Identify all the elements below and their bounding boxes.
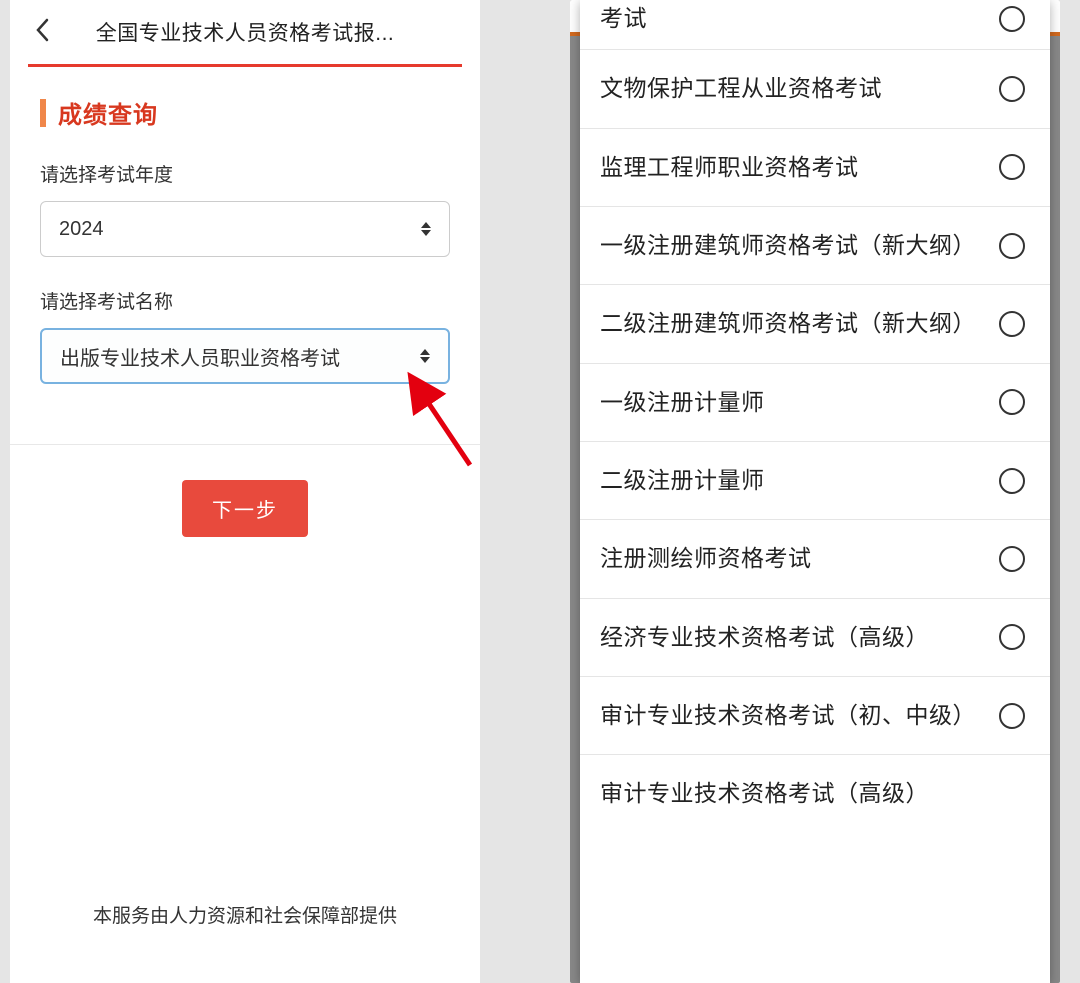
header-bar: 全国专业技术人员资格考试报... — [10, 0, 480, 64]
radio-icon — [999, 468, 1025, 494]
exam-option-label: 注册测绘师资格考试 — [600, 542, 979, 575]
exam-option[interactable]: 经济专业技术资格考试（高级） — [580, 599, 1050, 677]
radio-icon — [999, 389, 1025, 415]
exam-label: 请选择考试名称 — [40, 287, 450, 314]
exam-option[interactable]: 一级注册计量师 — [580, 364, 1050, 442]
exam-option[interactable]: 考试 — [580, 0, 1050, 50]
exam-option-label: 二级注册建筑师资格考试（新大纲） — [600, 307, 979, 340]
exam-option-label: 二级注册计量师 — [600, 464, 979, 497]
radio-icon — [999, 703, 1025, 729]
radio-icon — [999, 311, 1025, 337]
right-phone-screen: 考试 文物保护工程从业资格考试 监理工程师职业资格考试 一级注册建筑师资格考试（… — [570, 0, 1060, 983]
exam-option-label: 一级注册建筑师资格考试（新大纲） — [600, 229, 979, 262]
exam-option[interactable]: 一级注册建筑师资格考试（新大纲） — [580, 207, 1050, 285]
radio-icon — [999, 6, 1025, 32]
select-sort-icon — [421, 222, 431, 236]
exam-option[interactable]: 文物保护工程从业资格考试 — [580, 50, 1050, 128]
left-phone-screen: 全国专业技术人员资格考试报... 成绩查询 请选择考试年度 2024 请选择考试… — [10, 0, 480, 983]
exam-option[interactable]: 审计专业技术资格考试（高级） — [580, 755, 1050, 832]
radio-icon — [999, 233, 1025, 259]
back-icon[interactable] — [35, 18, 49, 47]
select-sort-icon — [420, 349, 430, 363]
exam-option[interactable]: 二级注册计量师 — [580, 442, 1050, 520]
exam-select[interactable]: 出版专业技术人员职业资格考试 — [40, 328, 450, 384]
exam-option[interactable]: 注册测绘师资格考试 — [580, 520, 1050, 598]
year-select-value: 2024 — [59, 218, 104, 241]
radio-icon — [999, 546, 1025, 572]
exam-option-label: 经济专业技术资格考试（高级） — [600, 621, 979, 654]
radio-icon — [999, 76, 1025, 102]
year-label: 请选择考试年度 — [40, 160, 450, 187]
divider — [10, 444, 480, 445]
exam-option-label: 考试 — [600, 2, 979, 35]
radio-icon — [999, 624, 1025, 650]
exam-option-label: 监理工程师职业资格考试 — [600, 151, 979, 184]
title-accent-bar — [40, 99, 46, 127]
exam-options-dropdown[interactable]: 考试 文物保护工程从业资格考试 监理工程师职业资格考试 一级注册建筑师资格考试（… — [580, 0, 1050, 983]
section-heading-text: 成绩查询 — [58, 95, 158, 130]
exam-option-label: 文物保护工程从业资格考试 — [600, 72, 979, 105]
exam-option-label: 审计专业技术资格考试（初、中级） — [600, 699, 979, 732]
exam-option-label: 一级注册计量师 — [600, 386, 979, 419]
page-title: 全国专业技术人员资格考试报... — [28, 17, 462, 47]
exam-select-value: 出版专业技术人员职业资格考试 — [60, 342, 340, 371]
footer-provider-text: 本服务由人力资源和社会保障部提供 — [10, 901, 480, 928]
exam-option[interactable]: 审计专业技术资格考试（初、中级） — [580, 677, 1050, 755]
exam-option[interactable]: 监理工程师职业资格考试 — [580, 129, 1050, 207]
exam-option-label: 审计专业技术资格考试（高级） — [600, 777, 1005, 810]
section-heading: 成绩查询 — [40, 95, 450, 130]
exam-option[interactable]: 二级注册建筑师资格考试（新大纲） — [580, 285, 1050, 363]
year-select[interactable]: 2024 — [40, 201, 450, 257]
radio-icon — [999, 154, 1025, 180]
next-step-button[interactable]: 下一步 — [182, 480, 308, 537]
